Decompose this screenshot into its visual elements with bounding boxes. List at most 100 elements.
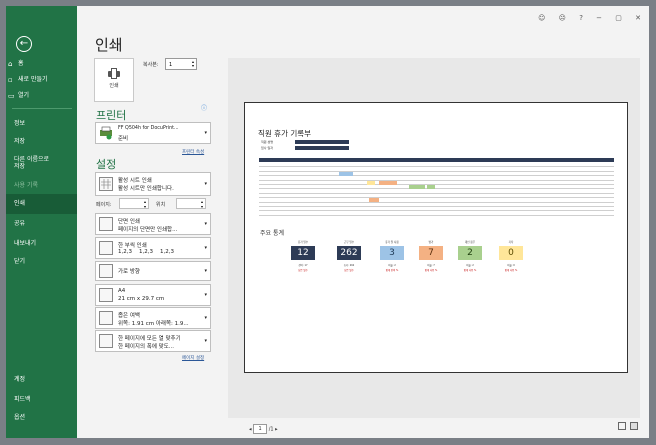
backstage-window: ← ⌂ 홈 ▫ 새로 만들기 ▭ 열기 정보 저장 다른 이름으로 저장 사용 기록 … — [6, 6, 649, 438]
card-sub: 휴가: 262 — [343, 264, 355, 267]
frown-feedback-icon[interactable]: ☹ — [559, 14, 566, 22]
pages-from-input[interactable]: ▴ ▾ — [119, 198, 149, 209]
nav-account[interactable]: 계정 — [6, 370, 77, 390]
nav-save-label: 저장 — [14, 138, 26, 145]
zoom-to-page-icon[interactable] — [630, 422, 638, 430]
next-page-icon[interactable]: ▸ — [275, 427, 278, 433]
nav-export[interactable]: 내보내기 — [6, 234, 77, 254]
nav-print[interactable]: 인쇄 — [6, 194, 77, 214]
card-sub: 비율: 2 — [388, 264, 396, 267]
scaling-select[interactable]: 한 페이지에 모든 열 맞추기 한 페이지의 폭에 맞도... ▾ — [95, 330, 211, 352]
doc-title: 직원 휴가 기록부 — [258, 129, 312, 138]
nav-export-label: 내보내기 — [14, 240, 37, 247]
card-sub: 비율: 0 — [507, 264, 515, 267]
nav-open[interactable]: ▭ 열기 — [6, 86, 77, 106]
collate-select[interactable]: 한 부씩 인쇄 1,2,3 1,2,3 1,2,3 ▾ — [95, 237, 211, 259]
chevron-down-icon: ▾ — [204, 268, 207, 274]
orientation-select[interactable]: 가로 방향 ▾ — [95, 261, 211, 281]
scaling-value: 한 페이지에 모든 열 맞추기 — [118, 336, 181, 342]
calendar-header — [259, 158, 614, 162]
help-icon[interactable]: ? — [579, 14, 583, 22]
info-icon[interactable]: ⓘ — [201, 103, 207, 112]
copies-value: 1 — [169, 62, 173, 68]
meta-label-2: 입사 일자 — [261, 146, 273, 150]
leave-cell — [367, 180, 375, 185]
print-what-select[interactable]: 활성 시트 인쇄 활성 시트만 인쇄합니다. ▾ — [95, 172, 211, 196]
back-arrow-icon[interactable]: ← — [16, 36, 32, 52]
print-button[interactable]: 인쇄 — [94, 58, 134, 102]
backstage-sidebar: ← ⌂ 홈 ▫ 새로 만들기 ▭ 열기 정보 저장 다른 이름으로 저장 사용 기록 … — [6, 6, 77, 438]
stats-heading: 주요 통계 — [260, 230, 284, 237]
sides-select[interactable]: 단면 인쇄 페이지의 단면만 인쇄합... ▾ — [95, 213, 211, 235]
card-label: 근무 일수 — [343, 241, 355, 244]
margins-icon — [99, 311, 113, 325]
leave-cell — [339, 171, 353, 176]
page-navigator: ◂ 1 /1 ▸ — [249, 424, 278, 434]
page-setup-link[interactable]: 페이지 설정 — [182, 355, 204, 361]
close-icon[interactable]: ✕ — [635, 14, 641, 22]
minimize-icon[interactable]: − — [596, 14, 602, 22]
nav-history[interactable]: 사용 기록 — [6, 176, 77, 196]
chevron-down-icon: ▾ — [204, 130, 207, 136]
printer-properties-link[interactable]: 프린터 속성 — [182, 149, 204, 155]
card-note: 남은 일수 — [344, 269, 354, 272]
printer-ready-icon — [99, 126, 113, 140]
card-note: 합계 사용 % — [463, 269, 477, 272]
orientation-value: 가로 방향 — [118, 269, 140, 275]
paper-size-select[interactable]: A4 21 cm x 29.7 cm ▾ — [95, 284, 211, 306]
calendar-grid — [259, 158, 614, 216]
printer-select[interactable]: FF Q504h for DocuPrint... 준비 ▾ — [95, 122, 211, 144]
one-sided-icon — [99, 217, 113, 231]
printer-heading: 프린터 — [96, 109, 127, 122]
card-sub: 비율: 7 — [427, 264, 435, 267]
card-label: 휴가 일수 — [297, 241, 309, 244]
copies-input[interactable]: 1 ▴ ▾ — [165, 58, 197, 70]
nav-close-label: 닫기 — [14, 258, 26, 265]
stat-card: 7 — [419, 246, 443, 260]
pages-to-input[interactable]: ▴ ▾ — [176, 198, 206, 209]
chevron-down-icon: ▾ — [204, 338, 207, 344]
spin-arrows-icon[interactable]: ▴ ▾ — [192, 60, 194, 68]
margins-select[interactable]: 좁은 여백 위쪽: 1.91 cm 아래쪽: 1.9... ▾ — [95, 307, 211, 329]
chevron-down-icon: ▾ — [204, 315, 207, 321]
card-label: 기타 — [508, 241, 514, 244]
paper-size-icon — [99, 288, 113, 302]
nav-save-as[interactable]: 다른 이름으로 저장 — [6, 152, 77, 176]
meta-value-1: 000 — [297, 153, 302, 156]
card-sub: 비율: 2 — [466, 264, 474, 267]
nav-share[interactable]: 공유 — [6, 214, 77, 234]
card-label: 병가 — [428, 241, 434, 244]
pages-to-label: 위치 — [156, 202, 166, 208]
nav-feedback[interactable]: 피드백 — [6, 390, 77, 410]
card-note: 합계 사용 % — [504, 269, 518, 272]
card-label: 개인 용무 — [464, 241, 476, 244]
nav-open-label: 열기 — [18, 92, 30, 99]
pages-label: 페이지: — [96, 202, 112, 208]
nav-close[interactable]: 닫기 — [6, 252, 77, 272]
printer-name: FF Q504h for DocuPrint... — [118, 126, 179, 131]
nav-info[interactable]: 정보 — [6, 114, 77, 134]
smile-feedback-icon[interactable]: ☺ — [538, 14, 545, 22]
chevron-down-icon: ▾ — [204, 181, 207, 187]
current-page-input[interactable]: 1 — [253, 424, 268, 434]
collate-icon — [99, 241, 113, 255]
sides-value: 단면 인쇄 — [118, 219, 140, 225]
nav-options[interactable]: 옵션 — [6, 408, 77, 428]
nav-save[interactable]: 저장 — [6, 132, 77, 152]
print-button-label: 인쇄 — [109, 83, 119, 89]
card-note: 합계 사용 % — [424, 269, 438, 272]
stat-card: 2 — [458, 246, 482, 260]
settings-heading: 설정 — [96, 158, 117, 171]
collate-desc: 1,2,3 1,2,3 1,2,3 — [118, 249, 174, 255]
copies-label: 복사본: — [143, 62, 159, 68]
margins-value: 좁은 여백 — [118, 313, 140, 319]
sheet-icon — [99, 177, 113, 191]
stat-card: 262 — [337, 246, 361, 260]
maximize-icon[interactable]: ▢ — [615, 14, 622, 22]
chevron-down-icon: ▾ — [204, 221, 207, 227]
show-margins-icon[interactable] — [618, 422, 626, 430]
prev-page-icon[interactable]: ◂ — [249, 427, 252, 433]
print-what-desc: 활성 시트만 인쇄합니다. — [118, 186, 174, 192]
meta-label-1: 직원 성명 — [261, 140, 273, 144]
nav-feedback-label: 피드백 — [14, 396, 31, 403]
